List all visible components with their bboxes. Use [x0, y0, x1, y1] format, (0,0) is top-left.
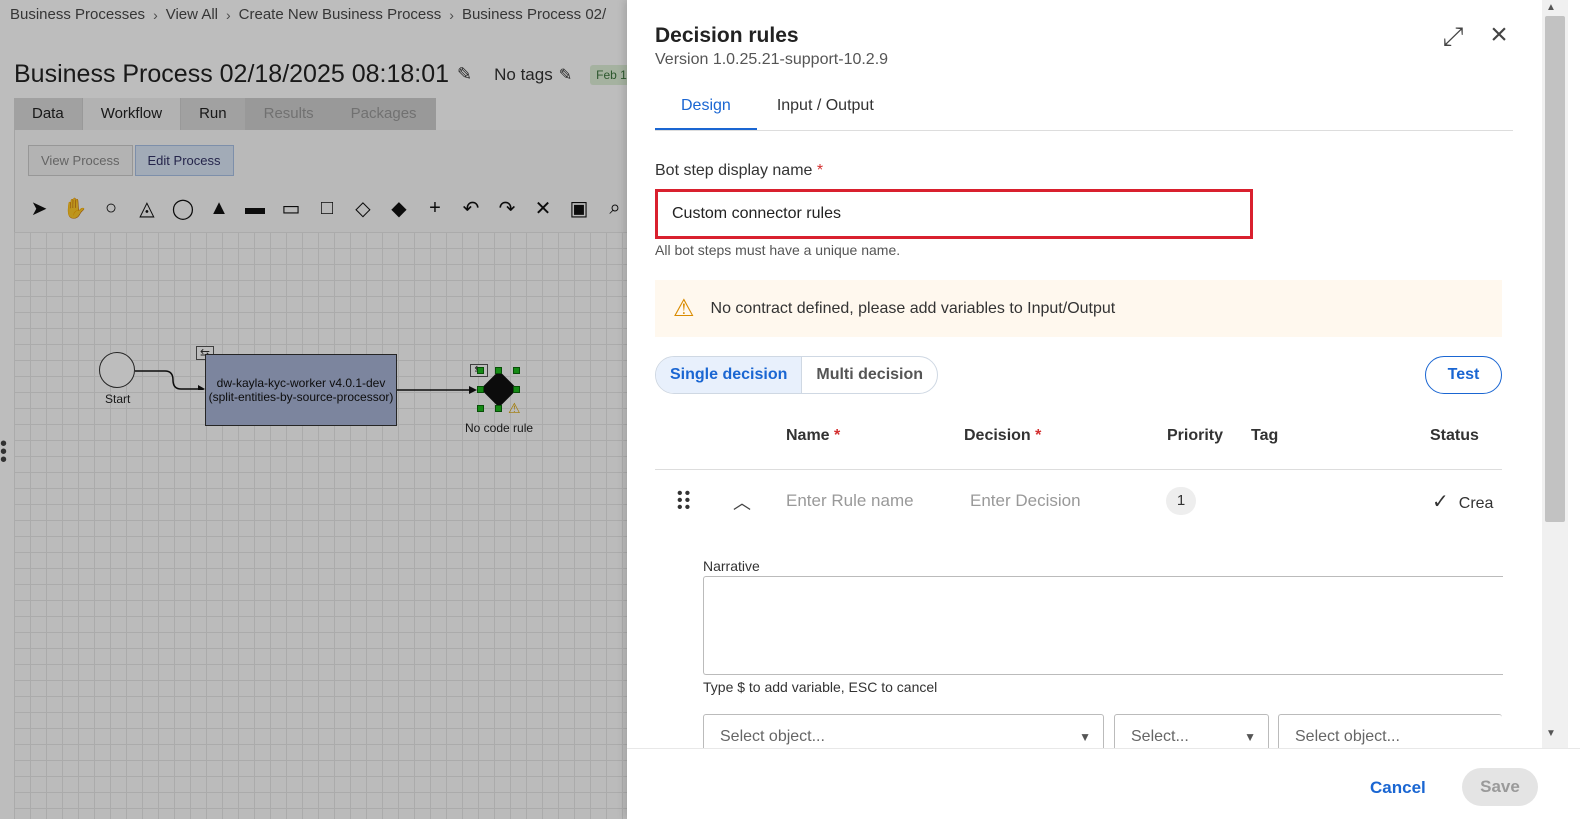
- column-header-status: Status: [1430, 427, 1479, 444]
- no-contract-alert: ⚠ No contract defined, please add variab…: [655, 280, 1502, 337]
- close-icon[interactable]: ×: [1484, 20, 1514, 50]
- scroll-down-arrow-icon[interactable]: ▼: [1546, 728, 1556, 739]
- bot-step-name-label: Bot step display name *: [655, 162, 823, 180]
- priority-badge: 1: [1166, 487, 1196, 515]
- column-header-name: Name *: [786, 427, 840, 445]
- select-operator-value: Select...: [1131, 728, 1189, 745]
- single-decision-option[interactable]: Single decision: [656, 357, 803, 393]
- tab-design[interactable]: Design: [655, 88, 757, 130]
- required-mark: *: [834, 427, 841, 444]
- scroll-up-arrow-icon[interactable]: ▲: [1546, 2, 1556, 13]
- multi-decision-option[interactable]: Multi decision: [802, 357, 937, 393]
- select-object-value-2: Select object...: [1295, 728, 1400, 745]
- select-object-value: Select object...: [720, 728, 825, 745]
- narrative-label: Narrative: [703, 558, 760, 574]
- cancel-button[interactable]: Cancel: [1370, 778, 1426, 798]
- warning-icon: ⚠: [673, 295, 695, 322]
- drawer-title: Decision rules: [655, 24, 799, 47]
- alert-message: No contract defined, please add variable…: [710, 299, 1116, 317]
- chevron-up-icon[interactable]: ︿: [733, 489, 751, 515]
- narrative-hint: Type $ to add variable, ESC to cancel: [703, 679, 938, 695]
- column-header-priority: Priority: [1167, 427, 1224, 444]
- table-divider: [655, 469, 1502, 470]
- column-header-decision-text: Decision: [964, 427, 1031, 444]
- save-button[interactable]: Save: [1462, 768, 1538, 806]
- bot-step-name-input[interactable]: [655, 189, 1253, 239]
- narrative-textarea[interactable]: [703, 576, 1503, 675]
- drawer-footer: [627, 748, 1580, 819]
- decision-input[interactable]: Enter Decision: [970, 491, 1081, 511]
- tab-input-output[interactable]: Input / Output: [757, 88, 894, 130]
- check-icon: ✓: [1432, 491, 1449, 513]
- modal-backdrop[interactable]: [0, 0, 627, 819]
- scroll-thumb[interactable]: [1545, 16, 1565, 522]
- column-header-decision: Decision *: [964, 427, 1041, 445]
- bot-step-name-label-text: Bot step display name: [655, 162, 813, 179]
- drag-handle-icon[interactable]: •• •• ••: [677, 486, 693, 516]
- column-header-tag: Tag: [1251, 427, 1279, 444]
- column-header-name-text: Name: [786, 427, 830, 444]
- expand-icon[interactable]: ⤢: [1438, 22, 1468, 52]
- drawer-tabs: Design Input / Output: [655, 88, 1513, 131]
- status-text: Crea: [1458, 495, 1494, 512]
- required-mark: *: [816, 162, 824, 179]
- drawer-version: Version 1.0.25.21-support-10.2.9: [655, 51, 889, 68]
- test-button[interactable]: Test: [1425, 356, 1502, 394]
- vertical-scrollbar[interactable]: ▲ ▼: [1542, 0, 1568, 748]
- rule-name-input[interactable]: Enter Rule name: [786, 491, 914, 511]
- status-cell: ✓ Crea: [1432, 489, 1502, 514]
- bot-step-name-hint: All bot steps must have a unique name.: [655, 242, 901, 258]
- required-mark: *: [1035, 427, 1042, 444]
- decision-mode-toggle: Single decision Multi decision: [655, 356, 939, 394]
- decision-rules-drawer: Decision rules Version 1.0.25.21-support…: [627, 0, 1580, 819]
